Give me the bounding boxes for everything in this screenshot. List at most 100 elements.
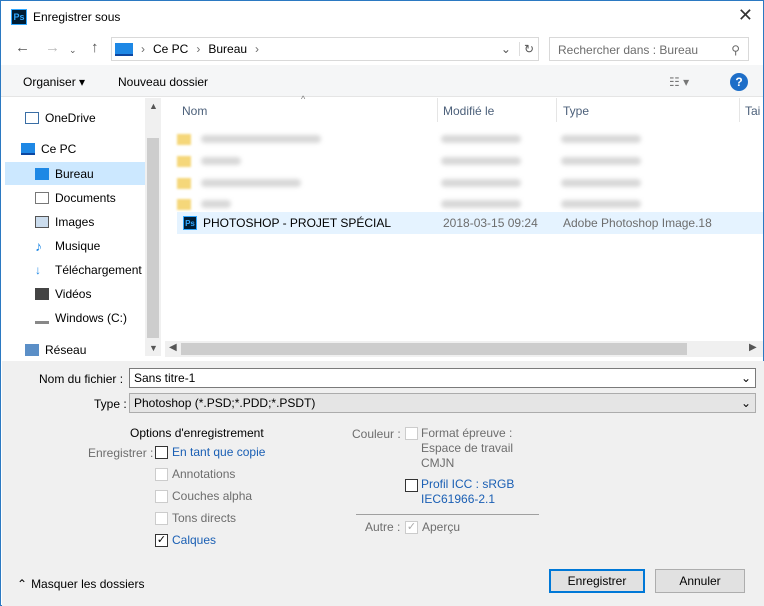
images-icon [35, 215, 49, 228]
file-row-selected[interactable]: Ps PHOTOSHOP - PROJET SPÉCIAL 2018-03-15… [177, 212, 763, 234]
search-placeholder: Rechercher dans : Bureau [558, 43, 699, 57]
chevron-down-icon[interactable]: ⌄ [741, 371, 751, 385]
column-name[interactable]: Nom [182, 104, 207, 118]
column-size[interactable]: Tai [745, 104, 760, 118]
address-dropdown-icon[interactable]: ⌄ [501, 42, 511, 56]
layers-checkbox[interactable]: ✓ Calques [155, 533, 216, 547]
file-row[interactable] [177, 172, 763, 194]
folder-icon [177, 198, 191, 210]
new-folder-button[interactable]: Nouveau dossier [118, 75, 208, 89]
sidebar-label: OneDrive [45, 110, 96, 125]
column-type[interactable]: Type [563, 104, 589, 118]
drive-icon [35, 312, 49, 324]
sidebar-item-telechargement[interactable]: ↓ Téléchargement [5, 258, 155, 281]
sidebar-scroll-thumb[interactable] [147, 138, 159, 338]
computer-icon [21, 142, 35, 155]
desktop-icon [35, 167, 49, 180]
sidebar-item-ce-pc[interactable]: Ce PC [1, 137, 141, 160]
forward-icon[interactable]: → [45, 39, 60, 56]
type-select[interactable]: Photoshop (*.PSD;*.PDD;*.PSDT) ⌄ [129, 393, 756, 413]
organize-button[interactable]: Organiser ▾ [23, 75, 85, 89]
icc-profile-checkbox[interactable] [405, 479, 418, 492]
sidebar-item-bureau[interactable]: Bureau [5, 162, 145, 185]
annotations-checkbox: Annotations [155, 467, 235, 481]
sort-ascending-icon: ^ [301, 94, 306, 104]
color-label: Couleur : [352, 427, 401, 441]
file-type: Adobe Photoshop Image.18 [563, 216, 712, 230]
navigation-pane: OneDrive Ce PC Bureau Documents Images ♪… [1, 98, 161, 358]
sidebar-item-documents[interactable]: Documents [5, 186, 145, 209]
chevron-up-icon: ⌃ [17, 577, 28, 591]
scroll-left-icon[interactable]: ◀ [169, 342, 177, 353]
options-heading: Options d'enregistrement [130, 426, 264, 440]
back-icon[interactable]: ← [15, 39, 30, 56]
alpha-label: Couches alpha [172, 489, 253, 503]
chevron-down-icon: ⌄ [740, 396, 751, 410]
sidebar-label: Documents [55, 190, 116, 205]
sidebar-item-reseau[interactable]: Réseau [5, 338, 145, 361]
proof-line: CMJN [421, 456, 455, 470]
folder-icon [177, 155, 191, 167]
breadcrumb-ce-pc[interactable]: Ce PC [153, 42, 188, 56]
hide-folders-button[interactable]: ⌃ Masquer les dossiers [17, 577, 144, 591]
proof-line: Format épreuve : [421, 426, 513, 440]
photoshop-icon: Ps [11, 9, 27, 25]
sidebar-item-musique[interactable]: ♪ Musique [5, 234, 145, 257]
documents-icon [35, 191, 49, 204]
preview-label: Aperçu [422, 520, 461, 534]
as-copy-checkbox[interactable]: En tant que copie [155, 445, 265, 459]
search-input[interactable]: Rechercher dans : Bureau ⚲ [549, 37, 749, 61]
file-name: PHOTOSHOP - PROJET SPÉCIAL [203, 216, 392, 230]
up-icon[interactable]: ↑ [91, 39, 99, 56]
sidebar-label: Images [55, 214, 95, 229]
file-row[interactable] [177, 150, 763, 172]
as-copy-label: En tant que copie [172, 445, 266, 459]
onedrive-icon [25, 111, 39, 124]
sidebar-label: Téléchargement [55, 262, 142, 277]
icc-line: IEC61966-2.1 [421, 492, 496, 506]
scroll-up-icon[interactable]: ▲ [149, 101, 158, 111]
type-label: Type : [94, 397, 127, 411]
music-icon: ♪ [35, 237, 42, 254]
divider [356, 514, 539, 515]
scroll-down-icon[interactable]: ▼ [149, 343, 158, 353]
spot-colors-checkbox: Tons directs [155, 511, 236, 525]
filename-label: Nom du fichier : [39, 372, 124, 386]
download-icon: ↓ [35, 262, 41, 277]
sidebar-item-windows-c[interactable]: Windows (C:) [5, 306, 145, 329]
proof-setup-label: Format épreuve : Espace de travail CMJN [421, 426, 513, 471]
videos-icon [35, 287, 49, 300]
column-modified[interactable]: Modifié le [443, 104, 494, 118]
folder-icon [177, 177, 191, 189]
sidebar-label: Bureau [55, 166, 94, 181]
files-scroll-thumb[interactable] [181, 343, 687, 355]
scroll-right-icon[interactable]: ▶ [749, 342, 757, 353]
save-button[interactable]: Enregistrer [549, 569, 645, 593]
other-label: Autre : [365, 520, 401, 534]
layers-label: Calques [172, 533, 217, 547]
filename-input[interactable]: Sans titre-1 ⌄ [129, 368, 756, 388]
recent-dropdown-icon[interactable]: ⌄ [69, 45, 77, 56]
cancel-button[interactable]: Annuler [655, 569, 745, 593]
breadcrumb-bureau[interactable]: Bureau [208, 42, 247, 56]
close-button[interactable]: ✕ [738, 5, 753, 26]
refresh-icon[interactable]: ↻ [518, 42, 538, 56]
computer-icon [115, 42, 133, 56]
sidebar-label: Musique [55, 238, 101, 253]
folder-icon [177, 133, 191, 145]
save-label: Enregistrer : [88, 446, 154, 460]
spot-label: Tons directs [172, 511, 237, 525]
title-bar: Ps Enregistrer sous [11, 9, 120, 25]
search-icon: ⚲ [731, 43, 740, 57]
sidebar-item-videos[interactable]: Vidéos [5, 282, 145, 305]
proof-line: Espace de travail [421, 441, 514, 455]
proof-setup-checkbox [405, 427, 418, 440]
sidebar-item-onedrive[interactable]: OneDrive [5, 106, 145, 129]
file-modified: 2018-03-15 09:24 [443, 216, 538, 230]
help-icon[interactable]: ? [730, 73, 748, 91]
view-options-icon[interactable]: ☷ ▾ [669, 75, 689, 89]
address-bar[interactable]: › Ce PC › Bureau › ⌄ ↻ [111, 37, 539, 61]
file-row[interactable] [177, 128, 763, 150]
icc-line: Profil ICC : sRGB [421, 477, 515, 491]
sidebar-item-images[interactable]: Images [5, 210, 145, 233]
